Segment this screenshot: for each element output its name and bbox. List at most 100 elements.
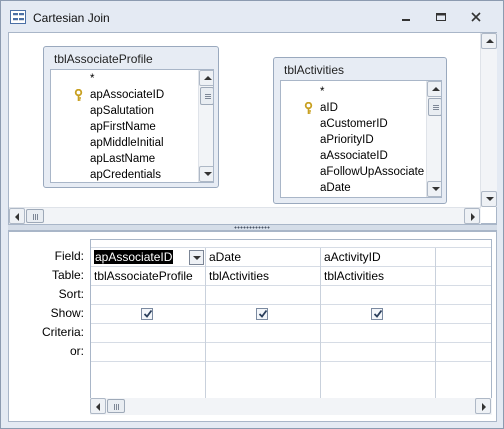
grid-column[interactable]: apAssociateID tblAssociateProfile [91, 240, 206, 405]
list-item[interactable]: aPriorityID [281, 132, 425, 148]
list-item[interactable]: * [51, 71, 197, 87]
scroll-thumb[interactable] [107, 399, 125, 413]
field-cell[interactable]: apAssociateID [91, 248, 205, 267]
scroll-up-button[interactable] [481, 33, 497, 49]
table-cell[interactable]: tblActivities [321, 267, 435, 286]
field-dropdown-button[interactable] [189, 250, 204, 265]
pane-horizontal-scrollbar[interactable] [9, 207, 481, 224]
table-pane[interactable]: tblAssociateProfile * apAssociateID apSa… [8, 32, 497, 224]
scroll-up-button[interactable] [199, 70, 213, 86]
chevron-down-icon [193, 256, 201, 260]
show-cell[interactable] [436, 305, 491, 324]
table-cell[interactable]: tblActivities [206, 267, 320, 286]
field-list-title[interactable]: tblActivities [284, 63, 344, 77]
or-cell[interactable] [91, 343, 205, 362]
criteria-cell[interactable] [321, 324, 435, 343]
table-cell[interactable]: tblAssociateProfile [91, 267, 205, 286]
scroll-left-button[interactable] [90, 398, 106, 414]
show-checkbox[interactable] [371, 308, 383, 320]
row-label-table: Table: [51, 268, 84, 282]
list-item[interactable]: apLastName [51, 151, 197, 167]
or-cell[interactable] [321, 343, 435, 362]
close-button[interactable] [465, 8, 487, 26]
list-item[interactable]: aAssociateID [281, 148, 425, 164]
row-label-criteria: Criteria: [41, 325, 84, 339]
grid-column[interactable]: aDate tblActivities [206, 240, 321, 405]
sort-cell[interactable] [206, 286, 320, 305]
minimize-icon [402, 19, 410, 21]
row-label-show: Show: [50, 306, 84, 320]
primary-key-icon [74, 89, 83, 101]
field-list-items[interactable]: * aID aCustomerID aPriorityID aAssociate… [280, 80, 442, 198]
close-icon [471, 12, 481, 22]
pane-vertical-scrollbar[interactable] [480, 33, 497, 207]
list-item[interactable]: apCredentials [51, 167, 197, 182]
restore-icon [436, 13, 446, 21]
query-icon [10, 10, 26, 24]
field-list-tblAssociateProfile[interactable]: tblAssociateProfile * apAssociateID apSa… [43, 46, 219, 188]
list-item[interactable]: aID [281, 100, 425, 116]
show-cell[interactable] [206, 305, 320, 324]
list-item[interactable]: aDate [281, 180, 425, 196]
field-cell[interactable]: aDate [206, 248, 320, 267]
query-design-window: Cartesian Join tblAssociateProfile * apA… [0, 0, 504, 429]
field-list-items[interactable]: * apAssociateID apSalutation apFirstName… [50, 69, 214, 183]
list-item[interactable]: apMiddleInitial [51, 135, 197, 151]
restore-button[interactable] [430, 8, 452, 26]
field-cell[interactable] [436, 248, 491, 267]
window-title: Cartesian Join [33, 11, 110, 25]
list-item[interactable]: apSalutation [51, 103, 197, 119]
vertical-scrollbar[interactable] [198, 70, 213, 182]
show-cell[interactable] [91, 305, 205, 324]
title-bar: Cartesian Join [1, 1, 503, 32]
field-list-title[interactable]: tblAssociateProfile [54, 52, 153, 66]
criteria-cell[interactable] [91, 324, 205, 343]
show-checkbox[interactable] [256, 308, 268, 320]
sort-cell[interactable] [321, 286, 435, 305]
grid-horizontal-scrollbar[interactable] [90, 398, 492, 415]
checkmark-icon [143, 309, 153, 318]
criteria-cell[interactable] [436, 324, 491, 343]
criteria-cell[interactable] [206, 324, 320, 343]
list-item[interactable]: apFirstName [51, 119, 197, 135]
scroll-thumb[interactable] [200, 87, 213, 105]
grid-column-empty[interactable] [436, 240, 491, 405]
scroll-thumb[interactable] [26, 209, 44, 223]
checkmark-icon [258, 309, 268, 318]
scroll-down-button[interactable] [199, 166, 213, 182]
or-cell[interactable] [436, 343, 491, 362]
or-cell[interactable] [206, 343, 320, 362]
grid-column[interactable]: aActivityID tblActivities [321, 240, 436, 405]
list-item[interactable]: aCustomerID [281, 116, 425, 132]
show-checkbox[interactable] [141, 308, 153, 320]
checkmark-icon [373, 309, 383, 318]
sort-cell[interactable] [436, 286, 491, 305]
list-item[interactable]: apAssociateID [51, 87, 197, 103]
field-cell[interactable]: aActivityID [321, 248, 435, 267]
scroll-up-button[interactable] [427, 81, 441, 97]
show-cell[interactable] [321, 305, 435, 324]
pane-splitter[interactable] [8, 224, 497, 231]
row-label-field: Field: [54, 249, 84, 263]
scroll-right-button[interactable] [475, 398, 491, 414]
row-labels: Field: Table: Sort: Show: Criteria: or: [9, 232, 90, 407]
scroll-down-button[interactable] [481, 191, 497, 207]
column-selector-bar[interactable] [91, 240, 491, 248]
scroll-thumb[interactable] [428, 98, 441, 116]
minimize-button[interactable] [395, 8, 417, 26]
table-cell[interactable] [436, 267, 491, 286]
scroll-left-button[interactable] [9, 208, 25, 224]
scroll-down-button[interactable] [427, 181, 441, 197]
row-label-sort: Sort: [58, 287, 84, 301]
field-list-tblActivities[interactable]: tblActivities * aID aCustomerID aPriorit… [273, 57, 447, 204]
query-design-grid[interactable]: apAssociateID tblAssociateProfile aDate … [90, 239, 492, 405]
design-grid-pane: Field: Table: Sort: Show: Criteria: or: … [8, 231, 497, 422]
scroll-right-button[interactable] [464, 208, 480, 224]
field-value[interactable]: apAssociateID [94, 250, 174, 264]
sort-cell[interactable] [91, 286, 205, 305]
vertical-scrollbar[interactable] [426, 81, 441, 197]
list-item[interactable]: aFollowUpAssociate [281, 164, 425, 180]
row-label-or: or: [69, 344, 84, 358]
primary-key-icon [304, 102, 313, 114]
list-item[interactable]: * [281, 84, 425, 100]
